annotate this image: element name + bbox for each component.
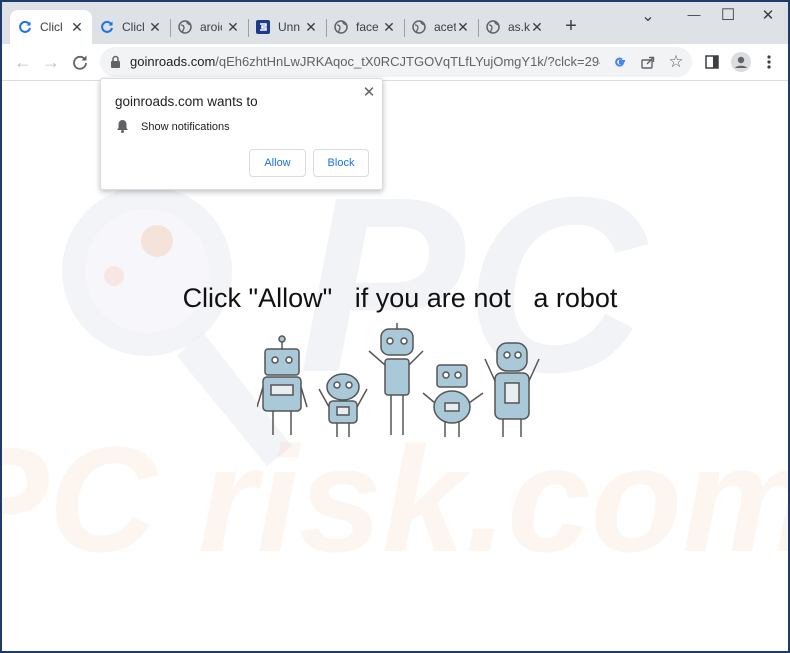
tab[interactable]: face ✕ [326,10,404,44]
permission-label: Show notifications [141,121,230,133]
reload-icon [18,20,32,34]
url-host: goinroads.com [130,54,216,69]
allow-button[interactable]: Allow [249,149,306,177]
profile-avatar[interactable] [729,50,753,74]
tab[interactable]: Click ✕ [92,10,170,44]
tab-title: Click [122,20,144,34]
close-tab-icon[interactable]: ✕ [70,19,84,36]
tab[interactable]: Unni ✕ [248,10,326,44]
bell-icon [116,119,129,138]
address-bar[interactable]: goinroads.com/qEh6zhtHnLwJRKAqoc_tX0RCJT… [100,47,692,77]
tab-search-chevron-icon[interactable]: ⌄ [633,6,663,30]
toolbar: ← → goinroads.com/qEh6zhtHnLwJRKAqoc_tX0… [2,44,788,81]
tab-strip: Click ✕ Click ✕ aroic ✕ Unni ✕ [2,2,788,44]
tab-title: as.ku [508,20,530,34]
maximize-button[interactable]: ☐ [713,5,743,29]
close-tab-icon[interactable]: ✕ [304,19,318,36]
close-tab-icon[interactable]: ✕ [226,19,240,36]
globe-icon [178,20,192,34]
ublock-icon [256,20,270,34]
reload-icon [100,20,114,34]
url-text[interactable]: goinroads.com/qEh6zhtHnLwJRKAqoc_tX0RCJT… [130,54,600,69]
close-tab-icon[interactable]: ✕ [530,19,544,36]
tab-title: Click [40,20,62,34]
tab-active[interactable]: Click ✕ [10,10,92,44]
side-panel-icon[interactable] [700,50,724,74]
browser-window: Click ✕ Click ✕ aroic ✕ Unni ✕ [0,0,790,653]
tab-title: acet [434,20,456,34]
robots-illustration [257,323,540,437]
close-tab-icon[interactable]: ✕ [456,19,470,36]
globe-icon [412,20,426,34]
notification-permission-prompt: goinroads.com wants to ✕ Show notificati… [100,78,383,190]
minimize-button[interactable]: — [679,7,709,31]
share-icon[interactable] [638,52,658,72]
tab-title: aroic [200,20,222,34]
new-tab-button[interactable]: + [559,15,583,38]
back-button[interactable]: ← [11,50,35,74]
reload-icon [73,55,87,70]
tab[interactable]: aroic ✕ [170,10,248,44]
globe-icon [486,20,500,34]
close-tab-icon[interactable]: ✕ [148,19,162,36]
globe-icon [334,20,348,34]
google-lens-icon[interactable] [610,52,630,72]
tab-title: Unni [278,20,300,34]
tab[interactable]: as.ku ✕ [478,10,552,44]
menu-kebab-icon[interactable] [757,50,781,74]
block-button[interactable]: Block [313,149,369,177]
prompt-title: goinroads.com wants to [115,94,258,109]
forward-button[interactable]: → [39,50,63,74]
reload-button[interactable] [68,50,92,74]
tab-title: face [356,20,378,34]
close-tab-icon[interactable]: ✕ [382,19,396,36]
tab[interactable]: acet ✕ [404,10,478,44]
bookmark-star-icon[interactable]: ☆ [666,52,686,72]
close-icon[interactable]: ✕ [361,83,377,101]
lock-icon[interactable] [110,55,121,74]
page-headline: Click "Allow" if you are not a robot [182,283,618,313]
close-window-button[interactable]: ✕ [753,6,783,30]
url-path: /qEh6zhtHnLwJRKAqoc_tX0RCJTGOVqTLfLYujOm… [215,54,600,69]
